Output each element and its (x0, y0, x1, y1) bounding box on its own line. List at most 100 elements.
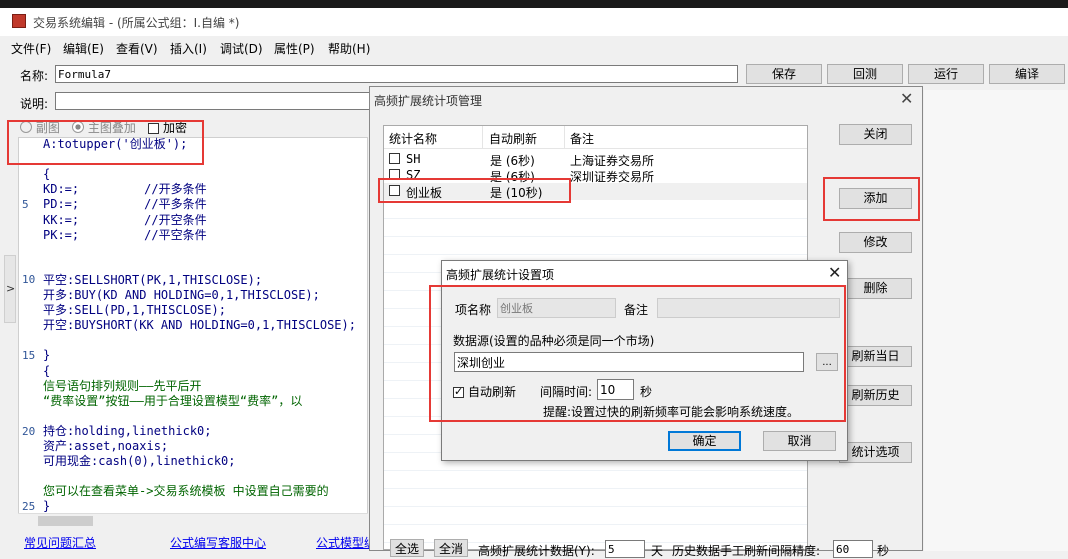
save-button[interactable]: 保存 (746, 64, 822, 84)
run-button[interactable]: 运行 (908, 64, 984, 84)
code-line[interactable]: 资产:asset,noaxis; (43, 439, 168, 454)
cancel-button[interactable]: 取消 (763, 431, 836, 451)
col-note[interactable]: 备注 (570, 130, 594, 147)
code-line[interactable]: KK:=; //开空条件 (43, 213, 207, 228)
tip-text: 提醒:设置过快的刷新频率可能会影响系统速度。 (543, 405, 800, 419)
chevron-right-icon: > (6, 282, 16, 295)
radio-selected-icon (72, 121, 84, 133)
encrypt-label: 加密 (163, 121, 188, 135)
code-line[interactable]: PD:=; //平多条件 (43, 197, 207, 212)
row-name: 创业板 (406, 186, 443, 200)
setup-dialog: 高频扩展统计设置项 ✕ 项名称 备注 数据源(设置的品种必须是同一个市场) ..… (441, 260, 848, 461)
radio-main-overlay[interactable]: 主图叠加 (72, 119, 136, 136)
col-divider (564, 126, 565, 148)
mgr-title: 高频扩展统计项管理 (374, 94, 483, 108)
menu-help[interactable]: 帮助(H) (328, 40, 370, 57)
checkbox-icon (148, 123, 159, 134)
datasource-label: 数据源(设置的品种必须是同一个市场) (453, 334, 655, 348)
splitter-handle[interactable]: > (4, 255, 16, 323)
menu-insert[interactable]: 插入(I) (170, 40, 207, 57)
encrypt-checkbox[interactable]: 加密 (148, 119, 187, 136)
editor-hscrollbar[interactable] (18, 513, 368, 528)
stat-options-button[interactable]: 统计选项 (839, 442, 912, 463)
top-strip (0, 0, 1068, 8)
interval-unit: 秒 (640, 385, 653, 399)
code-line[interactable]: KD:=; //开多条件 (43, 182, 207, 197)
name-label: 名称: (20, 69, 49, 83)
code-line[interactable]: 您可以在查看菜单->交易系统模板 中设置自己需要的 (43, 484, 329, 499)
code-line[interactable]: 平空:SELLSHORT(PK,1,THISCLOSE); (43, 273, 262, 288)
code-line[interactable]: { (43, 167, 50, 182)
desc-label: 说明: (20, 97, 49, 111)
code-line[interactable]: { (43, 364, 50, 379)
compile-button[interactable]: 编译 (989, 64, 1065, 84)
auto-refresh-label: 自动刷新 (468, 385, 517, 399)
refresh-today-button[interactable]: 刷新当日 (839, 346, 912, 367)
link-service[interactable]: 公式编写客服中心 (170, 534, 266, 551)
row-checkbox[interactable] (389, 185, 400, 196)
app-icon (12, 14, 26, 28)
close-icon[interactable]: ✕ (900, 89, 913, 108)
close-button[interactable]: 关闭 (839, 124, 912, 145)
col-refresh[interactable]: 自动刷新 (489, 130, 537, 147)
menu-view[interactable]: 查看(V) (116, 40, 158, 57)
line-number: 5 (22, 198, 29, 211)
scroll-thumb[interactable] (38, 516, 93, 526)
code-line[interactable]: 持仓:holding,linethick0; (43, 424, 212, 439)
modify-button[interactable]: 修改 (839, 232, 912, 253)
close-icon[interactable]: ✕ (828, 263, 841, 282)
delete-button[interactable]: 删除 (839, 278, 912, 299)
code-line[interactable]: 开多:BUY(KD AND HOLDING=0,1,THISCLOSE); (43, 288, 320, 303)
footer-count-input[interactable] (605, 540, 645, 558)
menu-edit[interactable]: 编辑(E) (63, 40, 104, 57)
table-row[interactable]: SH 是 (6秒) 上海证券交易所 (384, 151, 807, 168)
interval-label: 间隔时间: (540, 385, 593, 399)
code-line[interactable]: A:totupper('创业板'); (43, 137, 187, 152)
desc-field[interactable] (55, 92, 375, 110)
name-field[interactable] (55, 65, 738, 83)
code-line[interactable]: } (43, 348, 50, 363)
datasource-field[interactable] (454, 352, 804, 372)
menu-properties[interactable]: 属性(P) (274, 40, 315, 57)
row-checkbox[interactable] (389, 153, 400, 164)
row-name: SZ (406, 168, 421, 182)
refresh-history-button[interactable]: 刷新历史 (839, 385, 912, 406)
line-number: 15 (22, 349, 36, 362)
select-all-button[interactable]: 全选 (390, 539, 424, 557)
menu-bar: 文件(F) 编辑(E) 查看(V) 插入(I) 调试(D) 属性(P) 帮助(H… (0, 37, 1068, 57)
code-line[interactable]: 平多:SELL(PD,1,THISCLOSE); (43, 303, 226, 318)
row-checkbox[interactable] (389, 169, 400, 180)
col-name[interactable]: 统计名称 (389, 130, 437, 147)
menu-file[interactable]: 文件(F) (11, 40, 51, 57)
line-number: 25 (22, 500, 36, 513)
link-model[interactable]: 公式模型编 (316, 534, 376, 551)
link-faq[interactable]: 常见问题汇总 (24, 534, 96, 551)
table-row[interactable]: SZ 是 (6秒) 深圳证券交易所 (384, 167, 807, 184)
row-refresh: 是 (10秒) (490, 186, 543, 200)
backtest-button[interactable]: 回测 (827, 64, 903, 84)
item-name-field[interactable] (497, 298, 616, 318)
col-divider (482, 126, 483, 148)
window-titlebar: 交易系统编辑 - (所属公式组：I.自编 *) (0, 8, 1068, 36)
ok-button[interactable]: 确定 (668, 431, 741, 451)
line-number: 20 (22, 425, 36, 438)
code-line[interactable]: 开空:BUYSHORT(KK AND HOLDING=0,1,THISCLOSE… (43, 318, 356, 333)
row-name: SH (406, 152, 421, 166)
menu-debug[interactable]: 调试(D) (220, 40, 263, 57)
add-button[interactable]: 添加 (839, 188, 912, 209)
radio-icon (20, 121, 32, 133)
radio-sub-chart[interactable]: 副图 (20, 119, 60, 136)
item-name-label: 项名称 (455, 303, 492, 317)
note-field[interactable] (657, 298, 840, 318)
code-line[interactable]: 可用现金:cash(0),linethick0; (43, 454, 236, 469)
code-line[interactable]: PK:=; //平空条件 (43, 228, 207, 243)
table-row-selected[interactable]: 创业板 是 (10秒) (384, 183, 807, 200)
line-number: 10 (22, 273, 36, 286)
auto-refresh-checkbox[interactable]: ✓ 自动刷新 (453, 383, 516, 400)
deselect-all-button[interactable]: 全消 (434, 539, 468, 557)
interval-field[interactable] (597, 379, 634, 400)
code-line[interactable]: “费率设置”按钮——用于合理设置模型“费率”，以 (43, 394, 302, 409)
footer-precision-input[interactable] (833, 540, 873, 558)
code-line[interactable]: 信号语句排列规则——先平后开 (43, 379, 201, 394)
browse-button[interactable]: ... (816, 353, 838, 371)
